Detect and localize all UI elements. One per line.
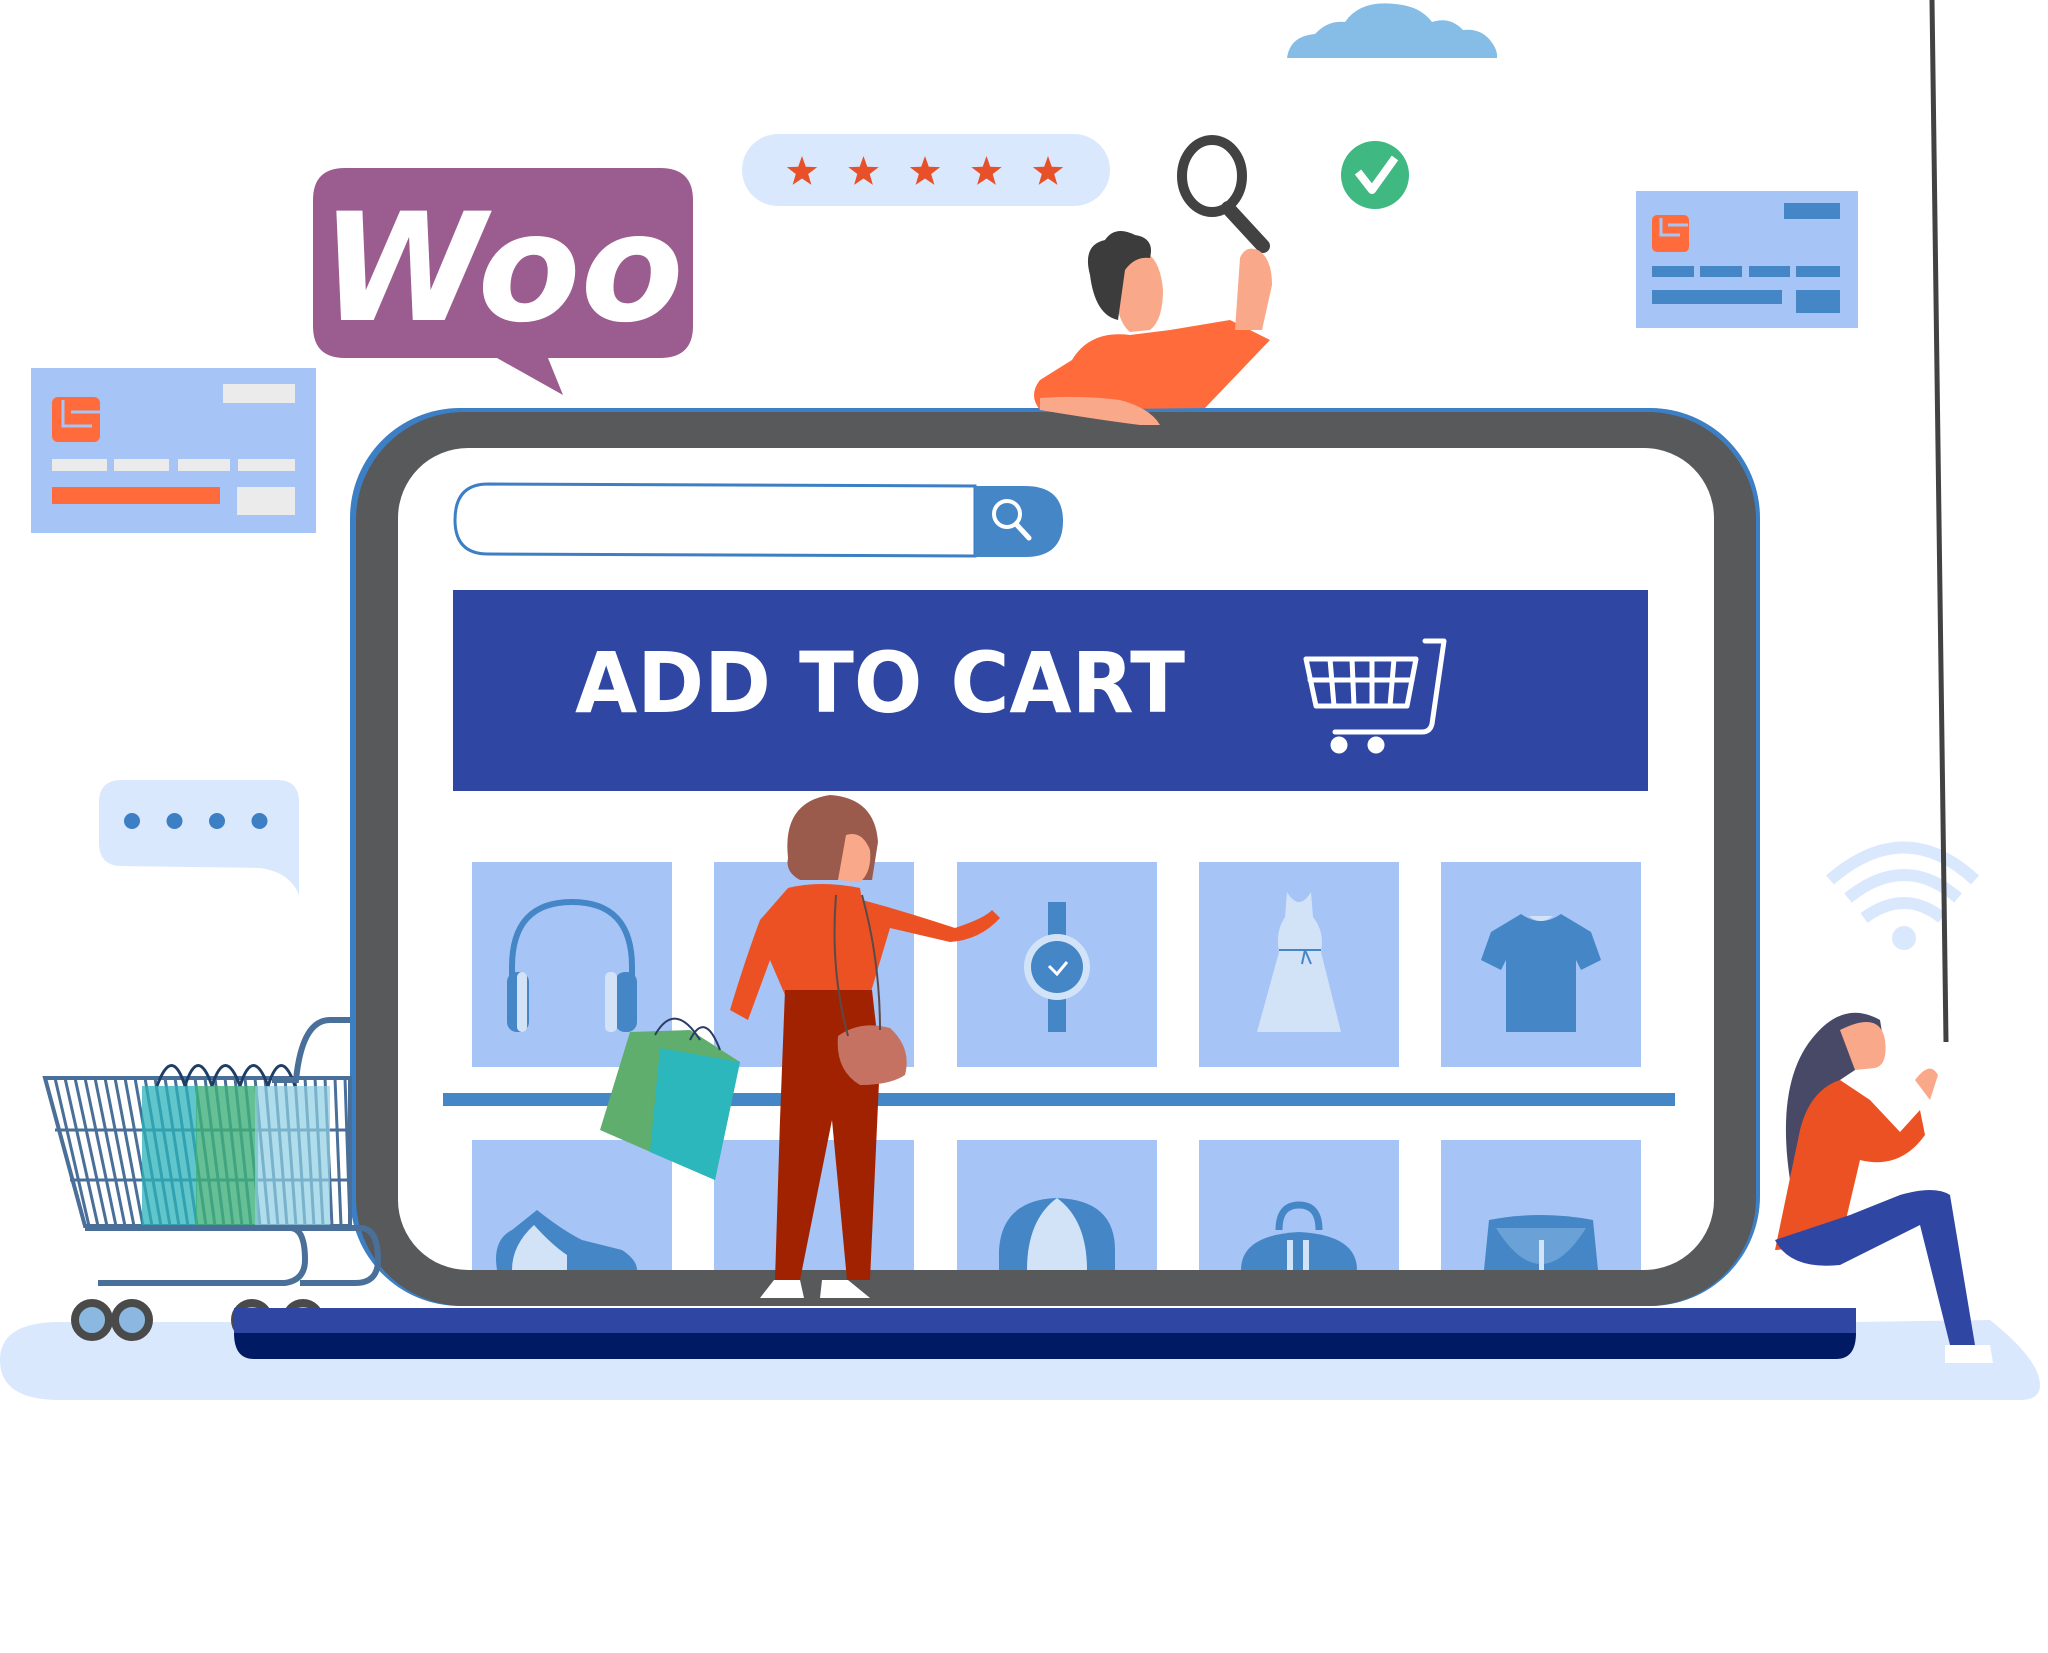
logo-text: Woo xyxy=(320,182,683,356)
magnifier-icon xyxy=(1177,135,1270,253)
product-tile-skirt[interactable] xyxy=(1441,1140,1641,1270)
shopping-cart-illustration xyxy=(42,1017,382,1341)
product-tile-cap[interactable] xyxy=(957,1140,1157,1270)
product-tile-sneaker[interactable] xyxy=(472,1140,672,1270)
typing-dot xyxy=(124,813,140,829)
check-circle-icon xyxy=(1341,141,1409,209)
add-to-cart-button[interactable]: ADD TO CART xyxy=(453,590,1648,791)
chat-bubble xyxy=(99,780,299,895)
typing-dot xyxy=(251,813,268,829)
typing-dot xyxy=(166,813,183,829)
man-with-magnifier xyxy=(1034,231,1272,425)
rating-badge xyxy=(742,134,1110,206)
credit-card-left xyxy=(31,368,316,533)
product-tile-t-shirt[interactable] xyxy=(1441,862,1641,1067)
typing-dot xyxy=(209,813,225,829)
product-tile-dress[interactable] xyxy=(1199,862,1399,1067)
add-to-cart-label: ADD TO CART xyxy=(575,634,1185,732)
product-tile-bag[interactable] xyxy=(1199,1140,1399,1270)
search-input[interactable] xyxy=(468,492,972,542)
woocommerce-logo[interactable]: Woo xyxy=(313,168,693,395)
wifi-icon xyxy=(1826,841,1980,950)
laptop-base xyxy=(234,1308,1856,1359)
woocommerce-illustration: Woo ADD TO CART xyxy=(0,0,2040,1400)
skirt-icon xyxy=(1484,1215,1598,1270)
product-tile-wristwatch[interactable] xyxy=(957,862,1157,1067)
search-button[interactable] xyxy=(975,486,1063,557)
credit-card-right xyxy=(1636,191,1858,328)
cloud-icon xyxy=(1287,3,1498,59)
